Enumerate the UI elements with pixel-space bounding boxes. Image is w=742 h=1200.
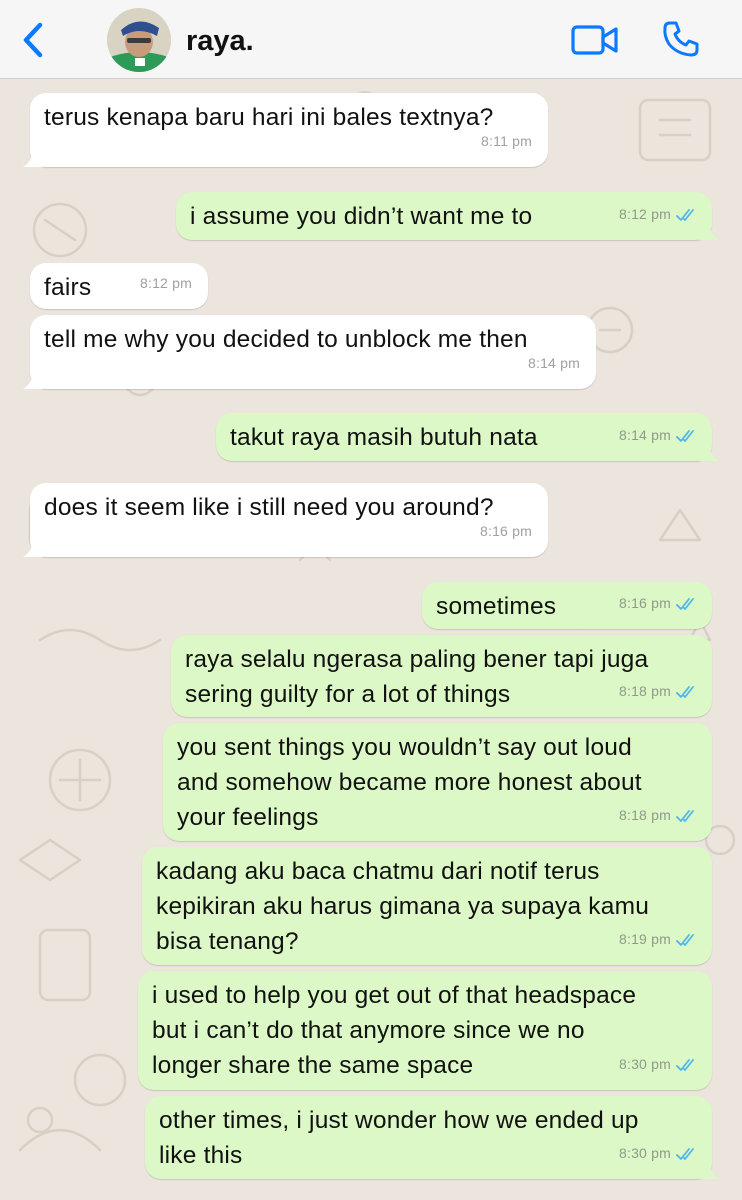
video-camera-icon <box>571 25 618 55</box>
avatar[interactable] <box>107 8 171 72</box>
read-ticks-icon <box>676 208 694 221</box>
read-ticks-icon <box>676 809 694 822</box>
message-time: 8:18 pm <box>619 674 698 709</box>
message-text: other times, i just wonder how we ended … <box>159 1107 639 1169</box>
read-ticks-icon <box>676 1147 694 1160</box>
message-bubble-outgoing[interactable]: i assume you didn’t want me to 8:12 pm <box>176 192 719 240</box>
read-ticks-icon <box>676 685 694 698</box>
message-time: 8:11 pm <box>481 133 532 149</box>
message-time: 8:19 pm <box>619 922 698 957</box>
read-ticks-icon <box>676 933 694 946</box>
message-bubble-outgoing[interactable]: other times, i just wonder how we ended … <box>145 1096 719 1179</box>
message-time: 8:30 pm <box>619 1047 698 1082</box>
message-text: tell me why you decided to unblock me th… <box>44 326 528 353</box>
read-ticks-icon <box>676 597 694 610</box>
message-bubble-outgoing[interactable]: kadang aku baca chatmu dari notif terus … <box>142 847 712 965</box>
message-text: terus kenapa baru hari ini bales textnya… <box>44 104 494 131</box>
message-bubble-incoming[interactable]: fairs 8:12 pm <box>30 263 208 309</box>
message-bubble-outgoing[interactable]: you sent things you wouldn’t say out lou… <box>163 723 712 841</box>
back-button[interactable] <box>18 20 50 60</box>
message-time: 8:18 pm <box>619 798 698 833</box>
message-time: 8:16 pm <box>619 586 698 621</box>
message-bubble-outgoing[interactable]: sometimes 8:16 pm <box>422 582 712 629</box>
message-time: 8:16 pm <box>480 523 532 539</box>
message-bubble-outgoing[interactable]: i used to help you get out of that heads… <box>138 971 712 1090</box>
message-time: 8:12 pm <box>140 275 192 291</box>
video-call-button[interactable] <box>570 22 620 58</box>
message-text: does it seem like i still need you aroun… <box>44 494 494 521</box>
chevron-left-icon <box>23 22 43 58</box>
message-text: i used to help you get out of that heads… <box>152 982 637 1079</box>
message-bubble-incoming[interactable]: does it seem like i still need you aroun… <box>23 483 548 557</box>
contact-name[interactable]: raya. <box>186 25 254 58</box>
phone-icon <box>663 21 699 57</box>
message-time: 8:12 pm <box>619 197 698 232</box>
message-bubble-outgoing[interactable]: takut raya masih butuh nata 8:14 pm <box>216 413 719 461</box>
message-time: 8:30 pm <box>619 1136 698 1171</box>
message-bubble-incoming[interactable]: tell me why you decided to unblock me th… <box>23 315 596 389</box>
message-bubble-outgoing[interactable]: raya selalu ngerasa paling bener tapi ju… <box>171 635 712 717</box>
voice-call-button[interactable] <box>660 18 702 60</box>
message-time: 8:14 pm <box>528 355 580 371</box>
message-time: 8:14 pm <box>619 418 698 453</box>
message-bubble-incoming[interactable]: terus kenapa baru hari ini bales textnya… <box>23 93 548 167</box>
chat-header: raya. <box>0 0 742 79</box>
message-text: kadang aku baca chatmu dari notif terus … <box>156 858 650 955</box>
read-ticks-icon <box>676 1058 694 1071</box>
read-ticks-icon <box>676 429 694 442</box>
